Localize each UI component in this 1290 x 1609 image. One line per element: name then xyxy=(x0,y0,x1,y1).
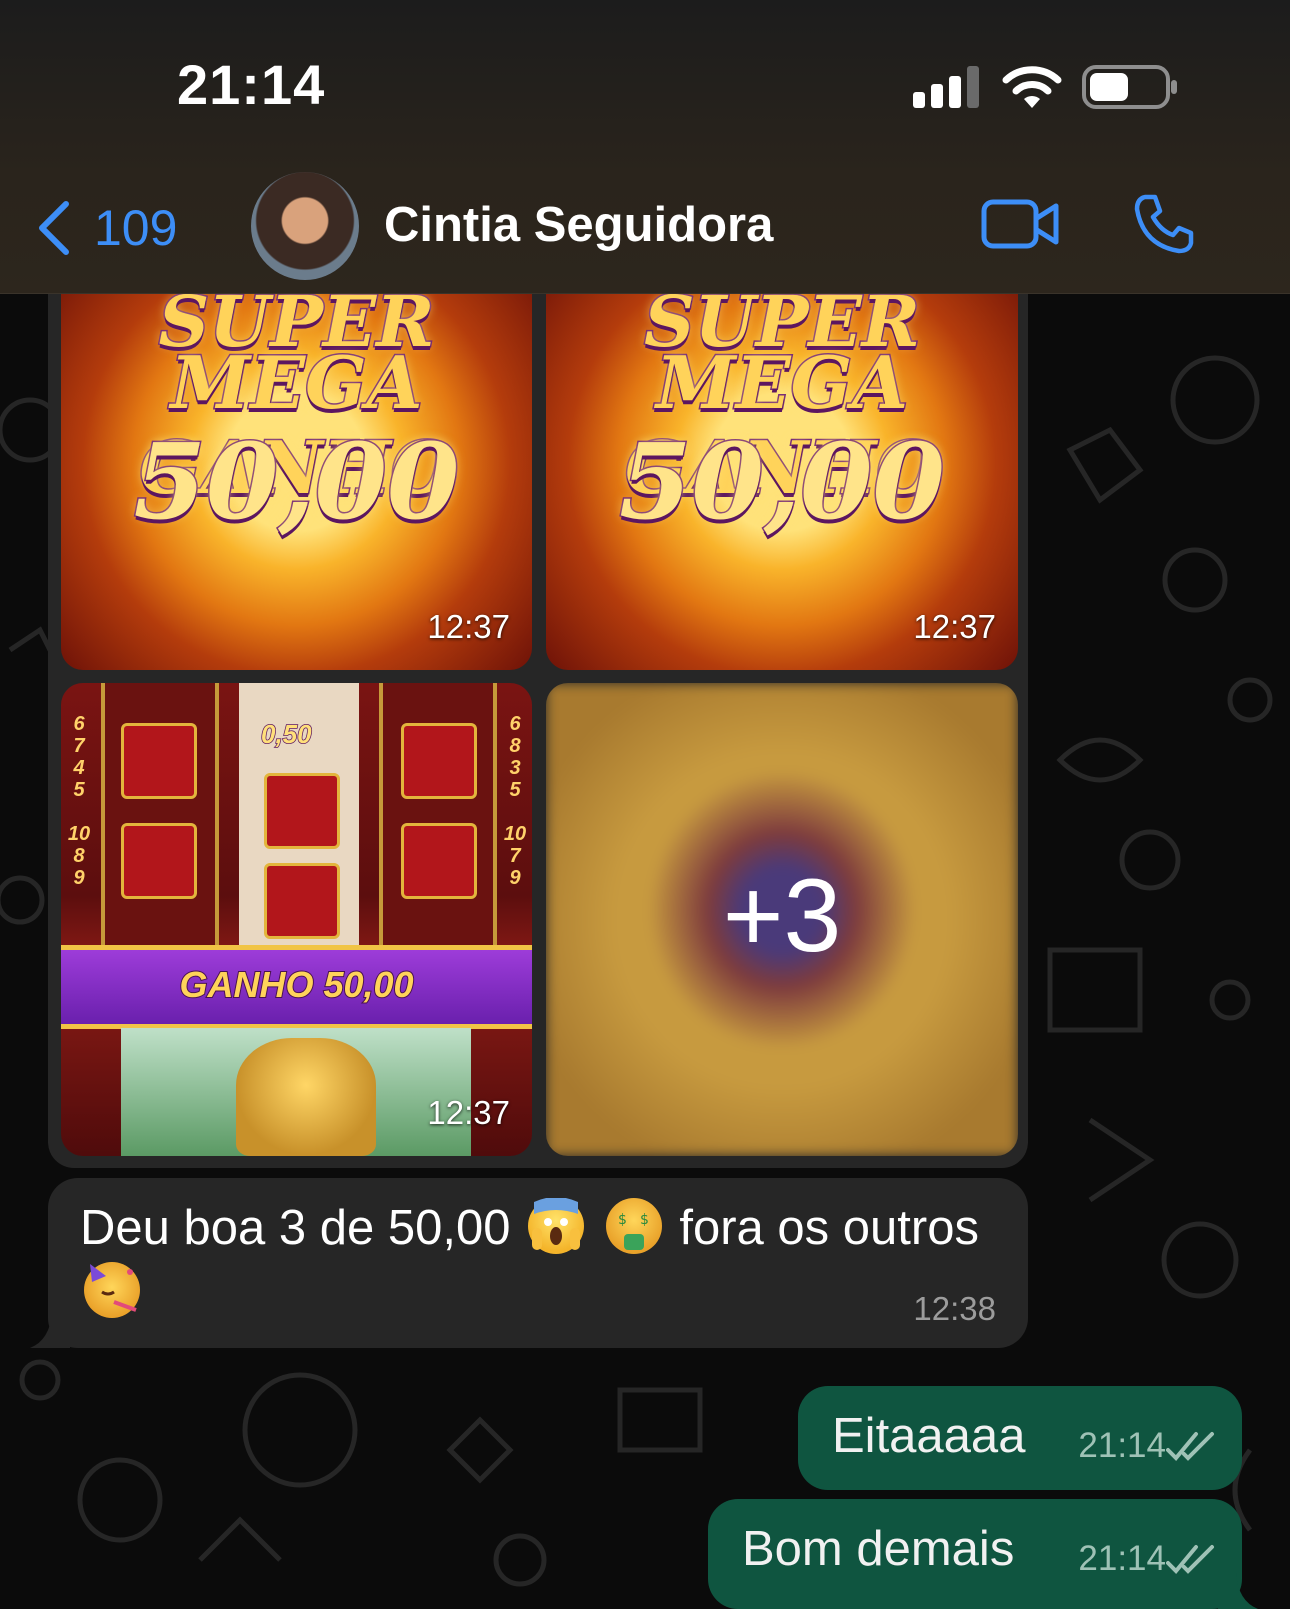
message-timestamp: 12:38 xyxy=(913,1290,996,1327)
more-media-count: +3 xyxy=(722,858,842,974)
read-receipt-icon xyxy=(1166,1545,1214,1574)
money-mouth-face-icon: $ $ xyxy=(605,1198,662,1254)
chevron-left-icon xyxy=(39,201,69,255)
contact-name[interactable]: Cintia Seguidora xyxy=(384,197,773,253)
red-envelope-icon xyxy=(264,773,340,849)
win-amount: 50,00 xyxy=(618,419,947,545)
bet-value: 0,50 xyxy=(260,718,312,750)
media-timestamp: 12:37 xyxy=(913,608,996,645)
message-text: Deu boa 3 de 50,00 $ $ fora os outros xyxy=(80,1196,1000,1324)
side-numbers: 6 7 4 5 10 8 9 xyxy=(67,713,91,889)
message-text: Eitaaaaa xyxy=(832,1409,1026,1463)
media-tile[interactable]: SUPER MEGA GANHO 50,00 12:37 xyxy=(61,270,532,670)
more-media-tile[interactable]: +3 xyxy=(546,683,1018,1156)
phone-call-icon[interactable] xyxy=(1133,193,1195,255)
win-amount: 50,00 xyxy=(132,419,461,545)
media-tile[interactable]: 0,50 6 7 4 5 10 8 9 6 8 3 5 10 7 9 GANHO 50,00 12:37 xyxy=(61,683,532,1156)
red-envelope-icon xyxy=(121,823,197,899)
cellular-signal-icon xyxy=(913,66,979,108)
message-text: Bom demais xyxy=(742,1522,1015,1576)
win-banner-text: GANHO 50,00 xyxy=(178,963,414,1006)
message-text-part1: Deu boa 3 de 50,00 xyxy=(80,1201,511,1255)
message-text-part2: fora os outros xyxy=(679,1201,979,1255)
read-receipt-icon xyxy=(1166,1432,1214,1461)
video-call-icon[interactable] xyxy=(981,196,1059,252)
outgoing-message-bubble[interactable]: Eitaaaaa 21:14 xyxy=(798,1386,1242,1490)
face-screaming-icon xyxy=(528,1197,585,1254)
golden-ox-icon xyxy=(236,1038,376,1156)
media-timestamp: 12:37 xyxy=(427,1094,510,1131)
bubble-tail xyxy=(1218,1573,1258,1609)
side-numbers: 6 8 3 5 10 7 9 xyxy=(503,713,527,889)
bubble-tail xyxy=(30,1312,70,1348)
win-banner: GANHO 50,00 xyxy=(61,945,532,1029)
red-envelope-icon xyxy=(264,863,340,939)
red-envelope-icon xyxy=(121,723,197,799)
status-time: 21:14 xyxy=(177,53,326,116)
media-tile[interactable]: SUPER MEGA GANHO 50,00 12:37 xyxy=(546,270,1018,670)
unread-count: 109 xyxy=(94,200,178,256)
svg-text:$: $ xyxy=(618,1212,627,1228)
partying-face-icon xyxy=(84,1262,140,1318)
red-envelope-icon xyxy=(401,723,477,799)
incoming-message-bubble[interactable]: Deu boa 3 de 50,00 $ $ fora os outros 12:… xyxy=(30,1178,1028,1348)
golden-ox-scene xyxy=(121,1028,471,1156)
chat-header: 21:14 109 Cintia Seguidora xyxy=(0,0,1290,294)
contact-avatar[interactable] xyxy=(251,172,359,280)
wifi-icon xyxy=(1002,66,1062,108)
media-timestamp: 12:37 xyxy=(427,608,510,645)
svg-text:$: $ xyxy=(640,1212,649,1228)
message-timestamp: 21:14 xyxy=(1078,1426,1166,1465)
outgoing-message-bubble[interactable]: Bom demais 21:14 xyxy=(708,1499,1258,1609)
message-timestamp: 21:14 xyxy=(1078,1539,1166,1578)
battery-icon xyxy=(1082,65,1177,109)
red-envelope-icon xyxy=(401,823,477,899)
back-button[interactable]: 109 xyxy=(36,196,177,260)
